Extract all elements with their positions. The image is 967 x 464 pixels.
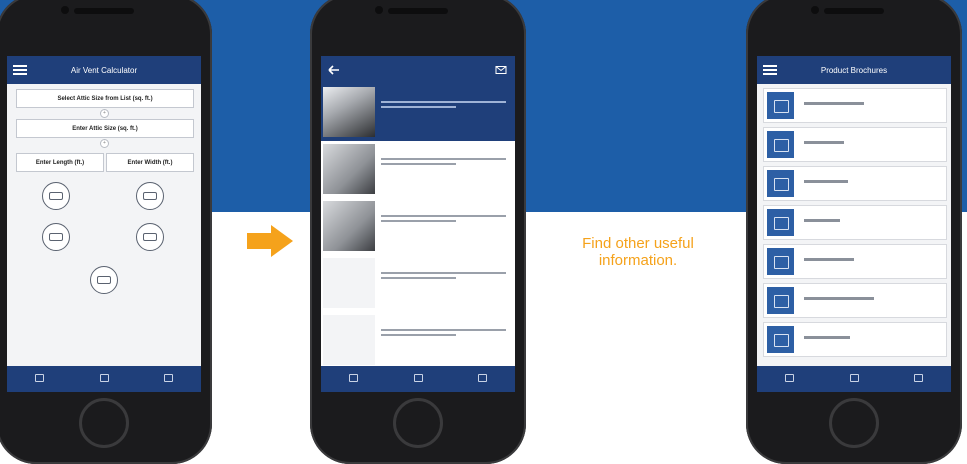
product-details	[381, 326, 506, 339]
home-button[interactable]	[79, 398, 129, 448]
brochure-icon	[767, 131, 794, 158]
roof-vent-icon	[136, 182, 164, 210]
tab-bar	[7, 366, 201, 392]
brochure-item[interactable]	[763, 283, 947, 318]
brochure-label	[804, 102, 864, 105]
tab-calculator[interactable]	[7, 366, 72, 392]
phone-air-vent-calculator: Air Vent Calculator Select Attic Size fr…	[0, 0, 212, 464]
speaker-grille	[824, 8, 884, 14]
info-icon	[478, 374, 488, 382]
brochure-icon	[767, 92, 794, 119]
brochure-item[interactable]	[763, 322, 947, 357]
tab-bar	[757, 366, 951, 392]
tab-info[interactable]	[886, 366, 951, 392]
camera-icon	[811, 6, 819, 14]
camera-icon	[61, 6, 69, 14]
brochure-icon	[767, 326, 794, 353]
back-arrow-icon[interactable]	[327, 63, 341, 77]
vent-option-wind-turbine[interactable]	[115, 223, 185, 253]
brochure-icon	[767, 287, 794, 314]
calculator-icon	[348, 374, 358, 382]
tab-home[interactable]	[72, 366, 137, 392]
ridge-vent-icon	[42, 182, 70, 210]
product-details	[381, 155, 506, 168]
app-bar	[321, 56, 515, 84]
phone-product-list	[310, 0, 526, 464]
product-image	[323, 87, 375, 137]
width-input[interactable]: Enter Width (ft.)	[106, 153, 194, 172]
brochure-label	[804, 141, 844, 144]
tab-info[interactable]	[450, 366, 515, 392]
product-image	[323, 258, 375, 308]
home-icon	[849, 374, 859, 382]
tab-calculator[interactable]	[757, 366, 822, 392]
hamburger-icon[interactable]	[13, 63, 27, 77]
vent-option-roof[interactable]	[115, 182, 185, 212]
brochure-item[interactable]	[763, 127, 947, 162]
phone1-screen: Air Vent Calculator Select Attic Size fr…	[7, 56, 201, 392]
vent-option-ridge[interactable]	[21, 182, 91, 212]
camera-icon	[375, 6, 383, 14]
brochure-label	[804, 180, 848, 183]
app-bar: Product Brochures	[757, 56, 951, 84]
info-icon	[164, 374, 174, 382]
hamburger-icon[interactable]	[763, 63, 777, 77]
brochure-label	[804, 297, 874, 300]
brochure-item[interactable]	[763, 244, 947, 279]
phone2-screen	[321, 56, 515, 392]
brochure-icon	[767, 209, 794, 236]
brochure-label	[804, 258, 854, 261]
brochure-icon	[767, 248, 794, 275]
product-row[interactable]	[321, 141, 515, 199]
product-details	[381, 212, 506, 225]
product-image	[323, 315, 375, 365]
attic-size-input[interactable]: Enter Attic Size (sq. ft.)	[16, 119, 194, 138]
product-row[interactable]	[321, 312, 515, 370]
calculator-icon	[784, 374, 794, 382]
product-row[interactable]	[321, 198, 515, 256]
length-input[interactable]: Enter Length (ft.)	[16, 153, 104, 172]
tab-bar	[321, 366, 515, 392]
wind-turbine-icon	[136, 223, 164, 251]
phone3-screen: Product Brochures	[757, 56, 951, 392]
home-button[interactable]	[829, 398, 879, 448]
brochure-item[interactable]	[763, 205, 947, 240]
brochure-icon	[767, 170, 794, 197]
power-fan-icon	[42, 223, 70, 251]
tab-calculator[interactable]	[321, 366, 386, 392]
product-details	[381, 269, 506, 282]
brochure-item[interactable]	[763, 88, 947, 123]
home-icon	[99, 374, 109, 382]
select-attic-size-field[interactable]: Select Attic Size from List (sq. ft.)	[16, 89, 194, 108]
product-image	[323, 144, 375, 194]
product-row[interactable]	[321, 255, 515, 313]
caption-text: Find other useful information.	[582, 235, 694, 269]
vent-option-roof-louver[interactable]	[69, 266, 139, 296]
tab-home[interactable]	[386, 366, 451, 392]
app-bar: Air Vent Calculator	[7, 56, 201, 84]
tab-home[interactable]	[822, 366, 887, 392]
mail-icon[interactable]	[495, 64, 507, 76]
page-title: Product Brochures	[820, 65, 888, 75]
brochure-label	[804, 219, 840, 222]
plus-icon: +	[100, 139, 109, 148]
tab-info[interactable]	[136, 366, 201, 392]
product-image	[323, 201, 375, 251]
product-details	[381, 98, 506, 111]
home-button[interactable]	[393, 398, 443, 448]
phone-product-brochures: Product Brochures	[746, 0, 962, 464]
calculator-icon	[34, 374, 44, 382]
page-title: Air Vent Calculator	[70, 65, 138, 75]
roof-louver-icon	[90, 266, 118, 294]
home-icon	[413, 374, 423, 382]
brochure-label	[804, 336, 850, 339]
vent-option-power-fan[interactable]	[21, 223, 91, 253]
speaker-grille	[74, 8, 134, 14]
info-icon	[914, 374, 924, 382]
speaker-grille	[388, 8, 448, 14]
plus-icon: +	[100, 109, 109, 118]
product-row[interactable]	[321, 84, 515, 142]
brochure-item[interactable]	[763, 166, 947, 201]
